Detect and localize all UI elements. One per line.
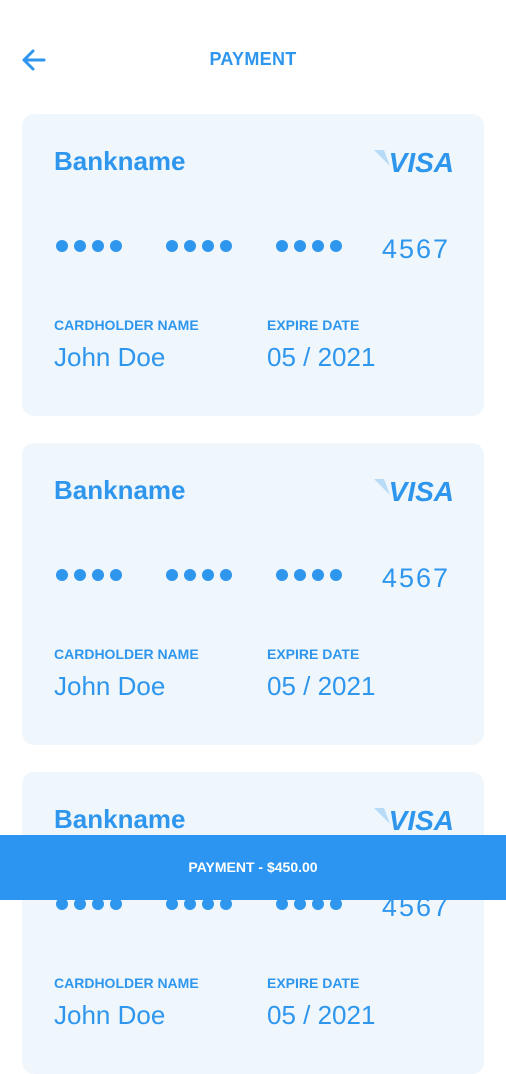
bank-name: Bankname (54, 804, 186, 834)
masked-digits-group (56, 240, 122, 252)
cardholder-name: John Doe (54, 342, 166, 372)
expiry-date: 05 / 2021 (267, 671, 376, 701)
card-last-four: 4567 (381, 234, 450, 264)
mask-dot (74, 569, 86, 581)
mask-dot (312, 569, 324, 581)
expiry-date: 05 / 2021 (267, 1000, 376, 1030)
svg-text:VISA: VISA (389, 476, 454, 505)
masked-digits-group (56, 569, 122, 581)
visa-logo-icon: VISA (374, 476, 454, 505)
bank-name: Bankname (54, 475, 186, 505)
masked-digits-group (166, 569, 232, 581)
expiry-date: 05 / 2021 (267, 342, 376, 372)
mask-dot (220, 240, 232, 252)
page-title: PAYMENT (209, 49, 297, 69)
mask-dot (166, 240, 178, 252)
mask-dot (330, 240, 342, 252)
payment-card[interactable]: Bankname VISA 4567 CARDHOLDER NAME John … (22, 772, 484, 1074)
mask-dot (92, 240, 104, 252)
visa-logo-icon: VISA (374, 805, 454, 834)
expiry-label: EXPIRE DATE (267, 975, 360, 991)
card-last-four: 4567 (381, 563, 450, 593)
cardholder-label: CARDHOLDER NAME (54, 975, 199, 991)
mask-dot (202, 569, 214, 581)
masked-digits-group (166, 240, 232, 252)
mask-dot (184, 240, 196, 252)
mask-dot (74, 240, 86, 252)
cardholder-label: CARDHOLDER NAME (54, 317, 199, 333)
masked-digits-group (276, 240, 342, 252)
header: PAYMENT (0, 0, 506, 118)
mask-dot (110, 569, 122, 581)
expiry-label: EXPIRE DATE (267, 317, 360, 333)
bank-name: Bankname (54, 146, 186, 176)
mask-dot (294, 240, 306, 252)
mask-dot (92, 569, 104, 581)
mask-dot (220, 569, 232, 581)
mask-dot (110, 240, 122, 252)
payment-button[interactable]: PAYMENT - $450.00 (0, 835, 506, 900)
mask-dot (276, 569, 288, 581)
payment-card[interactable]: Bankname VISA 4567 CARDHOLDER NAME John … (22, 443, 484, 745)
payment-card[interactable]: Bankname VISA 4567 CARDHOLDER NAME John … (22, 114, 484, 416)
mask-dot (56, 240, 68, 252)
cardholder-label: CARDHOLDER NAME (54, 646, 199, 662)
mask-dot (184, 569, 196, 581)
mask-dot (312, 240, 324, 252)
cardholder-name: John Doe (54, 671, 166, 701)
mask-dot (166, 569, 178, 581)
mask-dot (202, 240, 214, 252)
masked-digits-group (276, 569, 342, 581)
mask-dot (56, 569, 68, 581)
mask-dot (276, 240, 288, 252)
svg-text:VISA: VISA (389, 147, 454, 176)
cardholder-name: John Doe (54, 1000, 166, 1030)
visa-logo-icon: VISA (374, 147, 454, 176)
mask-dot (294, 569, 306, 581)
mask-dot (330, 569, 342, 581)
svg-text:VISA: VISA (389, 805, 454, 834)
expiry-label: EXPIRE DATE (267, 646, 360, 662)
